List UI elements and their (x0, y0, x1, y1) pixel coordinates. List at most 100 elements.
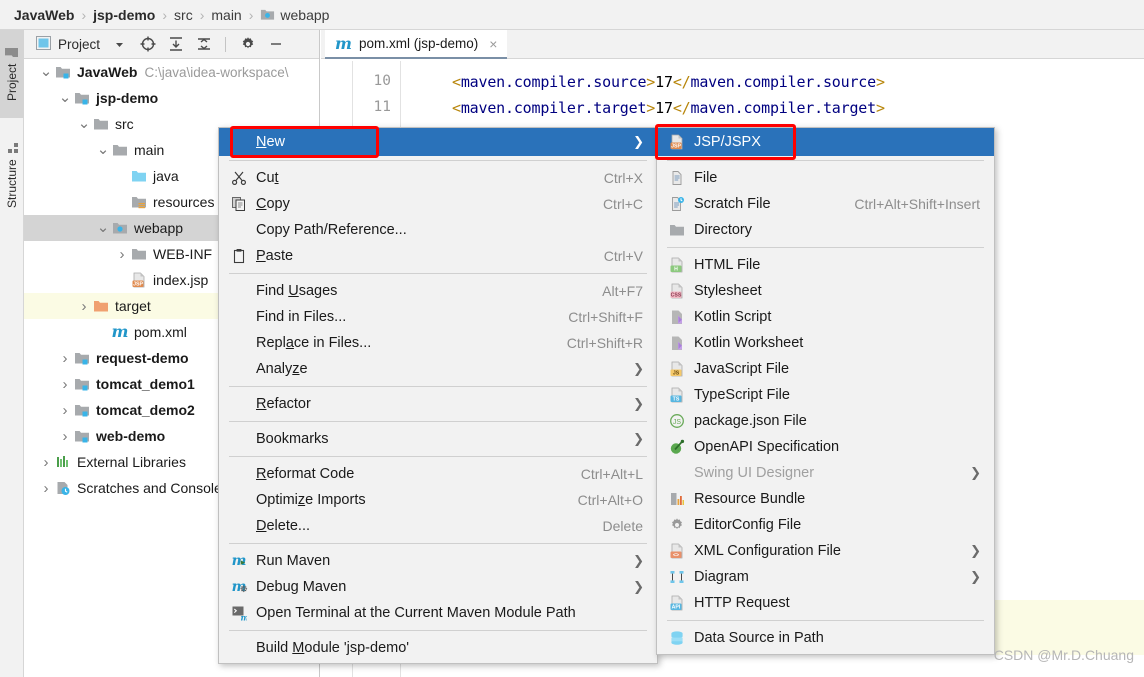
menu-item-shortcut: Ctrl+V (603, 248, 643, 264)
code-line[interactable]: <maven.compiler.target>17</maven.compile… (452, 99, 885, 117)
menu-item-http-request[interactable]: API HTTP Request (657, 590, 994, 616)
menu-item-kotlin-script[interactable]: Kotlin Script (657, 304, 994, 330)
tree-node-path: C:\java\idea-workspace\ (144, 64, 289, 80)
menu-item-javascript-file[interactable]: JS JavaScript File (657, 356, 994, 382)
menu-item-delete[interactable]: Delete... Delete (219, 513, 657, 539)
line-number: 10 (373, 73, 391, 89)
menu-item-diagram[interactable]: Diagram ❯ (657, 564, 994, 590)
menu-item-bookmarks[interactable]: Bookmarks ❯ (219, 426, 657, 452)
chevron-down-icon[interactable]: ⌄ (95, 142, 111, 157)
folder-icon (111, 142, 129, 158)
menu-item-kotlin-worksheet[interactable]: Kotlin Worksheet (657, 330, 994, 356)
editorconfig-icon (666, 516, 688, 534)
expand-all-icon[interactable] (167, 36, 184, 53)
structure-icon (5, 142, 19, 154)
submenu-chevron-right-icon: ❯ (970, 465, 981, 480)
menu-item-find-in-files[interactable]: Find in Files... Ctrl+Shift+F (219, 304, 657, 330)
submenu-chevron-right-icon: ❯ (633, 431, 644, 446)
breadcrumb-item-javaweb[interactable]: JavaWeb (14, 7, 74, 23)
hide-panel-icon[interactable] (267, 36, 284, 53)
menu-item-label: Swing UI Designer (694, 465, 815, 481)
menu-item-jsp-jspx[interactable]: JSP JSP/JSPX (657, 128, 994, 156)
menu-item-run-maven[interactable]: m ▸ Run Maven ❯ (219, 548, 657, 574)
chevron-right-icon[interactable]: › (57, 350, 73, 367)
menu-item-stylesheet[interactable]: CSS Stylesheet (657, 278, 994, 304)
module-folder-icon (54, 64, 72, 80)
context-menu[interactable]: New ❯ Cut Ctrl+X Copy Ctrl+C Copy Path/Referen… (218, 127, 658, 664)
tree-node-javaweb[interactable]: ⌄ JavaWeb C:\java\idea-workspace\ (24, 59, 319, 85)
menu-item-optimize-imports[interactable]: Optimize Imports Ctrl+Alt+O (219, 487, 657, 513)
breadcrumb-item-src[interactable]: src (174, 7, 193, 23)
chevron-right-icon[interactable]: › (114, 246, 130, 263)
chevron-down-icon[interactable]: ⌄ (38, 64, 54, 79)
menu-item-html-file[interactable]: H HTML File (657, 252, 994, 278)
tool-window-tab-project[interactable]: Project (0, 30, 24, 118)
kotlin-worksheet-icon (666, 334, 688, 352)
chevron-down-icon[interactable]: ⌄ (57, 90, 73, 105)
menu-item-package-json-file[interactable]: JS package.json File (657, 408, 994, 434)
tree-node-jsp-demo[interactable]: ⌄ jsp-demo (24, 85, 319, 111)
menu-item-typescript-file[interactable]: TS TypeScript File (657, 382, 994, 408)
menu-item-replace-in-files[interactable]: Replace in Files... Ctrl+Shift+R (219, 330, 657, 356)
settings-gear-icon[interactable] (239, 36, 256, 53)
breadcrumb-label: webapp (280, 6, 330, 23)
menu-item-new[interactable]: New ❯ (219, 128, 657, 156)
chevron-right-icon[interactable]: › (38, 454, 54, 471)
select-opened-file-icon[interactable] (139, 36, 156, 53)
menu-item-label: Bookmarks (256, 431, 329, 447)
menu-item-shortcut: Ctrl+Alt+O (577, 492, 643, 508)
chevron-down-icon[interactable]: ⌄ (76, 116, 92, 131)
menu-item-xml-configuration-file[interactable]: <> XML Configuration File ❯ (657, 538, 994, 564)
menu-item-file[interactable]: File (657, 165, 994, 191)
menu-item-label: New (256, 134, 286, 150)
menu-item-label: Find Usages (256, 283, 338, 299)
menu-item-analyze[interactable]: Analyze ❯ (219, 356, 657, 382)
menu-item-label: OpenAPI Specification (694, 439, 840, 455)
menu-item-data-source-in-path[interactable]: Data Source in Path (657, 625, 994, 651)
menu-separator (667, 160, 984, 161)
menu-item-copy-path-reference[interactable]: Copy Path/Reference... (219, 217, 657, 243)
breadcrumb-item-main[interactable]: main (211, 7, 241, 23)
chevron-right-icon[interactable]: › (57, 402, 73, 419)
project-view-dropdown[interactable] (111, 36, 128, 53)
menu-item-open-terminal-at-the-current-maven-module-path[interactable]: m Open Terminal at the Current Maven Modu… (219, 600, 657, 626)
code-line[interactable]: <maven.compiler.source>17</maven.compile… (452, 73, 885, 91)
menu-item-editorconfig-file[interactable]: EditorConfig File (657, 512, 994, 538)
chevron-right-icon[interactable]: › (76, 298, 92, 315)
menu-item-paste[interactable]: Paste Ctrl+V (219, 243, 657, 269)
breadcrumb-item-jsp-demo[interactable]: jsp-demo (93, 7, 155, 23)
menu-item-label: Cut (256, 170, 279, 186)
tree-node-label: tomcat_demo1 (96, 376, 195, 392)
menu-item-cut[interactable]: Cut Ctrl+X (219, 165, 657, 191)
menu-item-scratch-file[interactable]: Scratch File Ctrl+Alt+Shift+Insert (657, 191, 994, 217)
submenu-chevron-right-icon: ❯ (633, 579, 644, 594)
project-panel-title: Project (36, 35, 100, 53)
chevron-right-icon[interactable]: › (38, 480, 54, 497)
collapse-all-icon[interactable] (195, 36, 212, 53)
tree-node-label: Scratches and Consoles (77, 480, 229, 496)
menu-item-find-usages[interactable]: Find Usages Alt+F7 (219, 278, 657, 304)
breadcrumb-item-webapp[interactable]: webapp (260, 7, 329, 23)
menu-item-debug-maven[interactable]: m ☸ Debug Maven ❯ (219, 574, 657, 600)
menu-item-openapi-specification[interactable]: OpenAPI Specification (657, 434, 994, 460)
svg-text:JS: JS (673, 371, 680, 377)
menu-item-directory[interactable]: Directory (657, 217, 994, 243)
chevron-right-icon[interactable]: › (57, 376, 73, 393)
new-submenu[interactable]: JSP JSP/JSPX File Scratch File Ctrl+Alt+Shif… (656, 127, 995, 655)
menu-item-refactor[interactable]: Refactor ❯ (219, 391, 657, 417)
close-icon[interactable]: × (489, 36, 497, 52)
editor-tab-strip: m pom.xml (jsp-demo) × (321, 30, 1144, 59)
project-folder-icon (5, 47, 19, 58)
editor-tab-pom-xml[interactable]: m pom.xml (jsp-demo) × (325, 30, 508, 59)
menu-item-resource-bundle[interactable]: Resource Bundle (657, 486, 994, 512)
menu-item-label: JSP/JSPX (694, 134, 761, 150)
maven-file-icon: m (335, 33, 352, 53)
file-icon (666, 169, 688, 187)
menu-item-copy[interactable]: Copy Ctrl+C (219, 191, 657, 217)
js-file-icon: JS (666, 360, 688, 378)
menu-item-build-module-jsp-demo[interactable]: Build Module 'jsp-demo' (219, 635, 657, 661)
chevron-right-icon[interactable]: › (57, 428, 73, 445)
menu-item-reformat-code[interactable]: Reformat Code Ctrl+Alt+L (219, 461, 657, 487)
tool-window-tab-structure[interactable]: Structure (0, 120, 24, 230)
chevron-down-icon[interactable]: ⌄ (95, 220, 111, 235)
